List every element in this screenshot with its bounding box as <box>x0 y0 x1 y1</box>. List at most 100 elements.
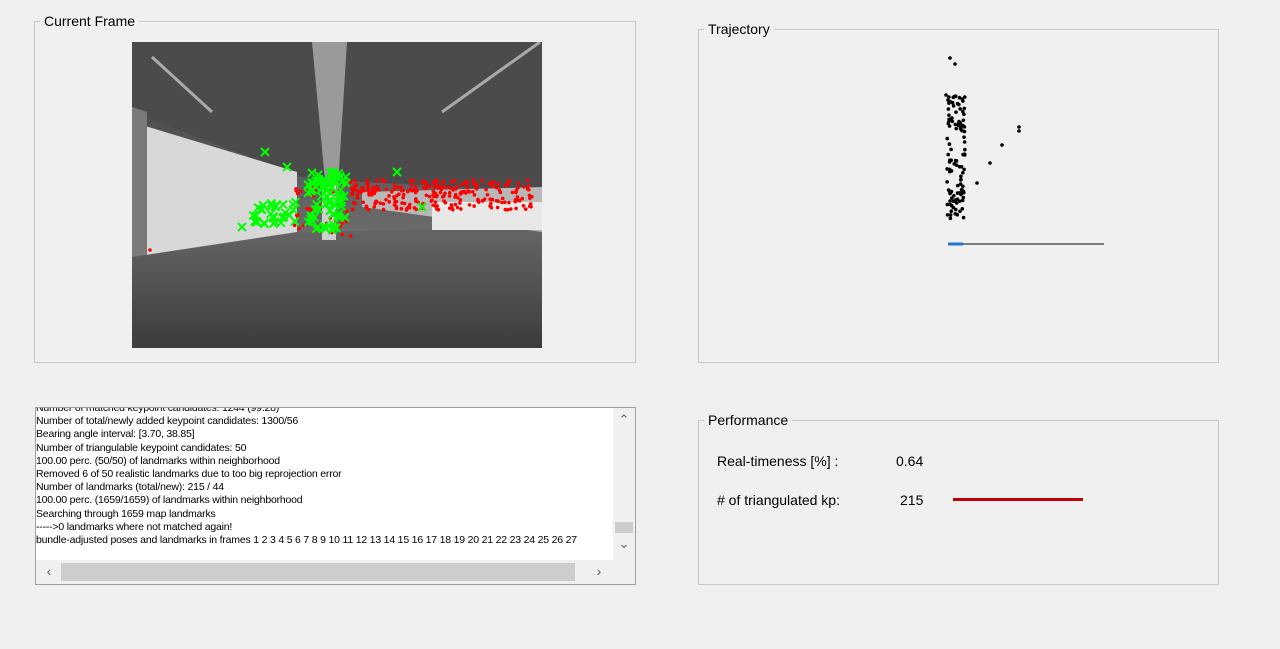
candidate-keypoint <box>353 183 358 188</box>
candidate-keypoint <box>525 187 530 191</box>
landmark-point <box>961 109 965 114</box>
candidate-keypoint <box>377 188 382 192</box>
console-output[interactable]: Number of matched keypoint candidates: 1… <box>35 407 636 585</box>
candidate-keypoint <box>350 191 354 196</box>
landmark-point <box>948 202 953 207</box>
landmark-point <box>956 121 961 126</box>
candidate-keypoint <box>500 200 504 205</box>
candidate-keypoint <box>435 204 439 208</box>
console-line: ----->0 landmarks where not matched agai… <box>36 520 233 533</box>
candidate-keypoint <box>372 205 377 209</box>
candidate-keypoint <box>521 204 526 208</box>
landmark-point <box>946 107 951 111</box>
candidate-keypoint <box>408 187 413 192</box>
landmark-point <box>961 118 966 123</box>
landmark-point <box>945 213 950 217</box>
chevron-left-icon[interactable]: ‹ <box>38 563 60 579</box>
candidate-keypoint <box>470 189 475 194</box>
candidate-keypoint <box>522 185 526 189</box>
candidate-keypoint <box>348 234 353 238</box>
console-lines: Number of matched keypoint candidates: 1… <box>36 408 613 547</box>
candidate-keypoint <box>367 193 371 197</box>
chevron-up-icon[interactable]: ⌃ <box>613 412 635 428</box>
console-line: Removed 6 of 50 realistic landmarks due … <box>36 467 342 480</box>
landmark-point <box>953 212 958 216</box>
chevron-down-icon[interactable]: ⌄ <box>613 536 635 552</box>
landmark-point <box>953 62 957 66</box>
candidate-keypoint <box>305 206 309 211</box>
candidate-keypoint <box>517 198 522 203</box>
candidate-keypoint <box>427 194 432 199</box>
landmark-point <box>958 209 962 214</box>
candidate-keypoint <box>433 200 438 204</box>
candidate-keypoint <box>529 205 533 209</box>
horizontal-scrollbar[interactable]: ‹ › <box>36 560 635 584</box>
landmark-point <box>975 181 979 185</box>
realtimeness-value: 0.64 <box>896 453 924 469</box>
candidate-keypoint <box>510 190 515 195</box>
candidate-keypoint <box>438 190 443 195</box>
landmark-point <box>955 101 960 106</box>
landmark-point <box>951 199 956 204</box>
candidate-keypoint <box>507 200 511 205</box>
candidate-keypoint <box>514 188 519 193</box>
camera-frame-image <box>132 42 542 348</box>
landmark-point <box>958 107 962 111</box>
candidate-keypoint <box>352 178 357 183</box>
candidate-keypoint <box>485 192 490 197</box>
landmark-point <box>949 147 953 152</box>
candidate-keypoint <box>496 182 501 186</box>
vertical-scroll-thumb[interactable] <box>615 522 633 533</box>
candidate-keypoint <box>528 196 532 201</box>
candidate-keypoint <box>392 195 396 199</box>
candidate-keypoint <box>409 182 414 187</box>
landmark-point <box>961 195 966 200</box>
candidate-keypoint <box>350 207 355 212</box>
horizontal-scroll-thumb[interactable] <box>61 563 575 581</box>
candidate-keypoint <box>435 193 439 198</box>
candidate-keypoint <box>378 201 383 205</box>
candidate-keypoint <box>439 187 444 192</box>
candidate-keypoint <box>442 194 446 198</box>
candidate-keypoint <box>431 189 436 194</box>
candidate-keypoint <box>411 179 415 183</box>
candidate-keypoint <box>299 189 303 194</box>
landmark-point <box>962 167 966 172</box>
candidate-keypoint <box>366 207 371 212</box>
trajectory-plot <box>944 56 1104 246</box>
candidate-keypoint <box>394 206 399 211</box>
candidate-keypoint <box>508 207 513 211</box>
candidate-keypoint <box>384 187 389 191</box>
candidate-keypoint <box>494 185 499 190</box>
candidate-keypoint <box>384 197 388 202</box>
candidate-keypoint <box>294 187 298 191</box>
candidate-keypoint <box>414 207 418 212</box>
chevron-right-icon[interactable]: › <box>588 563 610 579</box>
landmark-point <box>961 170 965 175</box>
candidate-keypoint <box>495 205 500 210</box>
landmark-point <box>947 119 951 124</box>
vertical-scrollbar[interactable]: ⌃ ⌄ <box>613 408 635 561</box>
triangulated-kp-bar <box>953 498 1083 501</box>
realtimeness-label: Real-timeness [%] : <box>717 453 839 469</box>
landmark-point <box>946 98 950 102</box>
candidate-keypoint <box>374 187 378 192</box>
candidate-keypoint <box>374 199 379 204</box>
candidate-keypoint <box>420 180 425 185</box>
candidate-keypoint <box>500 196 505 201</box>
landmark-points <box>944 56 1021 221</box>
landmark-point <box>959 178 963 182</box>
candidate-keypoint <box>474 187 479 191</box>
landmark-point <box>954 159 958 163</box>
candidate-keypoint <box>387 200 392 204</box>
console-line: Searching through 1659 map landmarks <box>36 507 216 520</box>
candidate-keypoint <box>490 184 495 189</box>
console-line: bundle-adjusted poses and landmarks in f… <box>36 533 577 546</box>
performance-title: Performance <box>704 412 793 428</box>
landmark-point <box>946 188 951 192</box>
candidate-keypoint <box>467 203 472 207</box>
candidate-keypoint <box>503 207 508 212</box>
candidate-keypoint <box>523 207 528 211</box>
candidate-keypoint <box>472 182 476 187</box>
candidate-keypoint <box>491 180 496 185</box>
